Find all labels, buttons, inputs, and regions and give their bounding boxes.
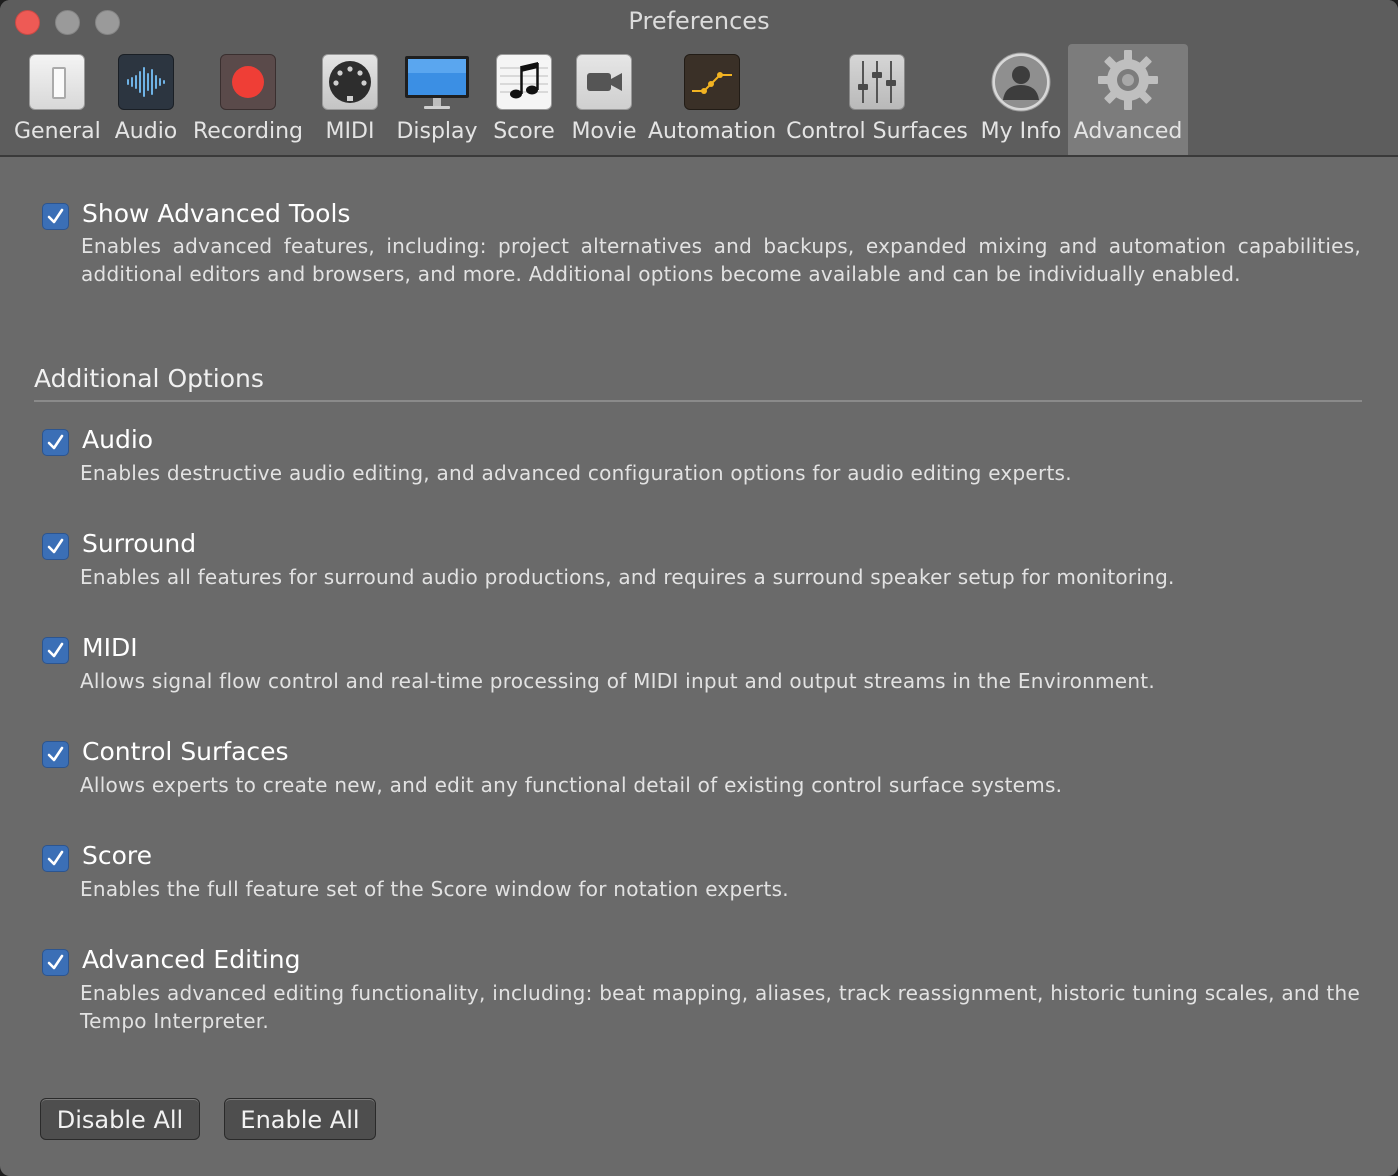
- show-advanced-tools-label[interactable]: Show Advanced Tools: [82, 199, 350, 228]
- tab-my-info-label: My Info: [980, 119, 1062, 144]
- audio-option-label[interactable]: Audio: [82, 425, 153, 454]
- midi-option-description: Allows signal flow control and real-time…: [80, 669, 1155, 693]
- automation-curve-icon: [684, 54, 740, 110]
- preferences-toolbar: Preferences General Audio Recording MIDI…: [0, 0, 1398, 157]
- audio-checkbox[interactable]: [42, 429, 69, 456]
- checkmark-icon: [47, 642, 64, 658]
- tab-score[interactable]: Score: [490, 44, 558, 155]
- user-silhouette-icon: [991, 52, 1051, 112]
- checkmark-icon: [47, 434, 64, 450]
- tab-general[interactable]: General: [14, 44, 101, 155]
- tab-advanced[interactable]: Advanced: [1068, 44, 1188, 155]
- show-advanced-tools-checkbox[interactable]: [42, 203, 69, 230]
- preferences-window: Preferences General Audio Recording MIDI…: [0, 0, 1398, 1176]
- music-note-icon: [496, 54, 552, 110]
- display-monitor-icon: [404, 54, 470, 110]
- advanced-editing-checkbox[interactable]: [42, 949, 69, 976]
- tab-display-label: Display: [396, 119, 478, 144]
- tab-midi-label: MIDI: [325, 119, 375, 144]
- audio-waveform-icon: [118, 54, 174, 110]
- score-checkbox[interactable]: [42, 845, 69, 872]
- tab-my-info[interactable]: My Info: [978, 44, 1064, 155]
- enable-all-button[interactable]: Enable All: [224, 1098, 376, 1140]
- checkmark-icon: [47, 208, 64, 224]
- surround-option-description: Enables all features for surround audio …: [80, 565, 1175, 589]
- record-icon: [220, 54, 276, 110]
- tab-movie-label: Movie: [571, 119, 637, 144]
- tab-display[interactable]: Display: [394, 44, 480, 155]
- advanced-editing-option-label[interactable]: Advanced Editing: [82, 945, 301, 974]
- checkmark-icon: [47, 746, 64, 762]
- additional-options-heading: Additional Options: [34, 364, 264, 393]
- tab-advanced-label: Advanced: [1073, 119, 1183, 144]
- gear-icon: [1096, 48, 1160, 112]
- window-title: Preferences: [628, 7, 770, 35]
- tab-midi[interactable]: MIDI: [317, 44, 383, 155]
- show-advanced-tools-description: Enables advanced features, including: pr…: [81, 234, 1361, 286]
- tab-control-surfaces[interactable]: Control Surfaces: [784, 44, 970, 155]
- score-option-label[interactable]: Score: [82, 841, 152, 870]
- surround-checkbox[interactable]: [42, 533, 69, 560]
- checkmark-icon: [47, 954, 64, 970]
- advanced-editing-option-description: Enables advanced editing functionality, …: [80, 981, 1360, 1033]
- section-divider: [34, 400, 1362, 402]
- tab-movie[interactable]: Movie: [569, 44, 639, 155]
- control-surfaces-checkbox[interactable]: [42, 741, 69, 768]
- tab-automation-label: Automation: [648, 119, 777, 144]
- surround-option-label[interactable]: Surround: [82, 529, 196, 558]
- general-icon: [29, 54, 85, 110]
- control-surfaces-option-label[interactable]: Control Surfaces: [82, 737, 289, 766]
- faders-icon: [849, 54, 905, 110]
- tab-recording-label: Recording: [192, 119, 304, 144]
- tab-audio-label: Audio: [114, 119, 178, 144]
- control-surfaces-option-description: Allows experts to create new, and edit a…: [80, 773, 1063, 797]
- video-camera-icon: [576, 54, 632, 110]
- tab-score-label: Score: [493, 119, 555, 144]
- score-option-description: Enables the full feature set of the Scor…: [80, 877, 789, 901]
- checkmark-icon: [47, 538, 64, 554]
- tab-general-label: General: [14, 119, 101, 144]
- tab-recording[interactable]: Recording: [192, 44, 304, 155]
- tab-automation[interactable]: Automation: [648, 44, 776, 155]
- audio-option-description: Enables destructive audio editing, and a…: [80, 461, 1072, 485]
- midi-connector-icon: [322, 54, 378, 110]
- advanced-pane: Show Advanced Tools Enables advanced fea…: [0, 157, 1398, 1176]
- disable-all-button[interactable]: Disable All: [40, 1098, 200, 1140]
- tab-audio[interactable]: Audio: [112, 44, 180, 155]
- midi-option-label[interactable]: MIDI: [82, 633, 138, 662]
- tab-control-surfaces-label: Control Surfaces: [786, 119, 968, 144]
- checkmark-icon: [47, 850, 64, 866]
- midi-checkbox[interactable]: [42, 637, 69, 664]
